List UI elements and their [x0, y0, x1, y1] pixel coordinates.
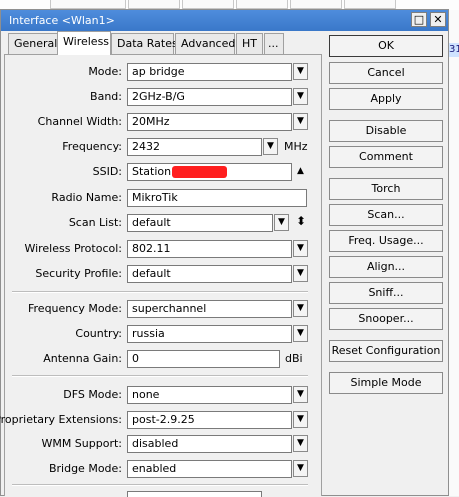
align-button[interactable]: Align...	[329, 256, 443, 278]
ssid-label: SSID:	[92, 165, 122, 178]
background-toolbar-segment	[236, 0, 288, 9]
restore-button[interactable]: □	[411, 12, 427, 27]
background-toolbar-segment	[344, 0, 396, 9]
bridge-mode-dropdown-icon[interactable]: ▼	[293, 460, 308, 477]
section-divider	[12, 291, 308, 293]
frequency-dropdown-icon[interactable]: ▼	[263, 138, 278, 155]
wireless-protocol-select[interactable]: 802.11	[127, 240, 292, 258]
snooper-button[interactable]: Snooper...	[329, 308, 443, 330]
scan-list-updown-icon[interactable]: ⬍	[296, 214, 306, 228]
background-toolbar-segment	[182, 0, 234, 9]
wireless-protocol-dropdown-icon[interactable]: ▼	[293, 240, 308, 257]
wmm-support-dropdown-icon[interactable]: ▼	[293, 435, 308, 452]
scan-button[interactable]: Scan...	[329, 204, 443, 226]
security-profile-label: Security Profile:	[35, 267, 122, 280]
dfs-mode-select[interactable]: none	[127, 386, 292, 404]
torch-button[interactable]: Torch	[329, 178, 443, 200]
background-toolbar-segment	[290, 0, 342, 9]
frequency-select[interactable]: 2432	[127, 138, 262, 156]
comment-button[interactable]: Comment	[329, 146, 443, 168]
mode-label: Mode:	[88, 65, 122, 78]
tab-more[interactable]: ...	[264, 33, 284, 54]
proprietary-extensions-label: Proprietary Extensions:	[0, 413, 122, 426]
antenna-gain-unit: dBi	[285, 352, 303, 365]
frequency-label: Frequency:	[62, 140, 122, 153]
reset-configuration-button[interactable]: Reset Configuration	[329, 340, 443, 362]
band-dropdown-icon[interactable]: ▼	[293, 88, 308, 105]
channel-width-label: Channel Width:	[37, 115, 122, 128]
window-title: Interface <Wlan1>	[9, 14, 115, 27]
tab-general[interactable]: General	[8, 33, 58, 54]
wmm-support-label: WMM Support:	[41, 437, 122, 450]
security-profile-dropdown-icon[interactable]: ▼	[293, 265, 308, 282]
tab-wireless[interactable]: Wireless	[57, 31, 111, 55]
tab-ht[interactable]: HT	[236, 33, 263, 54]
bridge-mode-select[interactable]: enabled	[127, 460, 292, 478]
tab-data-rates[interactable]: Data Rates	[111, 33, 178, 54]
security-profile-select[interactable]: default	[127, 265, 292, 283]
section-divider	[12, 484, 308, 486]
cancel-button[interactable]: Cancel	[329, 62, 443, 84]
country-label: Country:	[75, 327, 122, 340]
ssid-value: Station	[132, 165, 172, 178]
wireless-protocol-label: Wireless Protocol:	[24, 242, 122, 255]
radio-name-input[interactable]: MikroTik	[127, 189, 307, 207]
country-select[interactable]: russia	[127, 325, 292, 343]
next-field-partial[interactable]	[127, 491, 262, 497]
band-label: Band:	[90, 90, 122, 103]
channel-width-select[interactable]: 20MHz	[127, 113, 292, 131]
title-bar[interactable]: Interface <Wlan1> □ ✕	[1, 10, 448, 31]
frequency-unit: MHz	[284, 140, 308, 153]
antenna-gain-input[interactable]: 0	[127, 350, 280, 368]
scan-list-dropdown-icon[interactable]: ▼	[274, 214, 289, 231]
wmm-support-select[interactable]: disabled	[127, 435, 292, 453]
sniff-button[interactable]: Sniff...	[329, 282, 443, 304]
mode-select[interactable]: ap bridge	[127, 63, 292, 81]
antenna-gain-label: Antenna Gain:	[43, 352, 122, 365]
ssid-collapse-icon[interactable]: ▲	[297, 166, 304, 176]
disable-button[interactable]: Disable	[329, 120, 443, 142]
apply-button[interactable]: Apply	[329, 88, 443, 110]
background-list-column: 31	[448, 10, 459, 496]
close-button[interactable]: ✕	[430, 12, 446, 27]
bridge-mode-label: Bridge Mode:	[48, 462, 122, 475]
country-dropdown-icon[interactable]: ▼	[293, 325, 308, 342]
section-divider	[12, 375, 308, 377]
freq-usage-button[interactable]: Freq. Usage...	[329, 230, 443, 252]
tab-advanced[interactable]: Advanced	[175, 33, 235, 54]
proprietary-extensions-dropdown-icon[interactable]: ▼	[293, 411, 308, 428]
ok-button[interactable]: OK	[329, 35, 443, 57]
frequency-mode-label: Frequency Mode:	[28, 302, 122, 315]
proprietary-extensions-select[interactable]: post-2.9.25	[127, 411, 292, 429]
frequency-mode-select[interactable]: superchannel	[127, 300, 292, 318]
radio-name-label: Radio Name:	[51, 191, 122, 204]
band-select[interactable]: 2GHz-B/G	[127, 88, 292, 106]
channel-width-dropdown-icon[interactable]: ▼	[293, 113, 308, 130]
simple-mode-button[interactable]: Simple Mode	[329, 372, 443, 394]
redacted-ssid-mark	[172, 166, 228, 178]
scan-list-label: Scan List:	[68, 216, 122, 229]
ssid-input[interactable]: Station	[127, 163, 292, 181]
background-toolbar-segment	[50, 0, 126, 9]
background-toolbar-segment	[128, 0, 180, 9]
background-row-value: 31	[449, 44, 459, 55]
frequency-mode-dropdown-icon[interactable]: ▼	[293, 300, 308, 317]
dfs-mode-dropdown-icon[interactable]: ▼	[293, 386, 308, 403]
mode-dropdown-icon[interactable]: ▼	[293, 63, 308, 80]
dfs-mode-label: DFS Mode:	[63, 388, 122, 401]
scan-list-input[interactable]: default	[127, 214, 273, 232]
